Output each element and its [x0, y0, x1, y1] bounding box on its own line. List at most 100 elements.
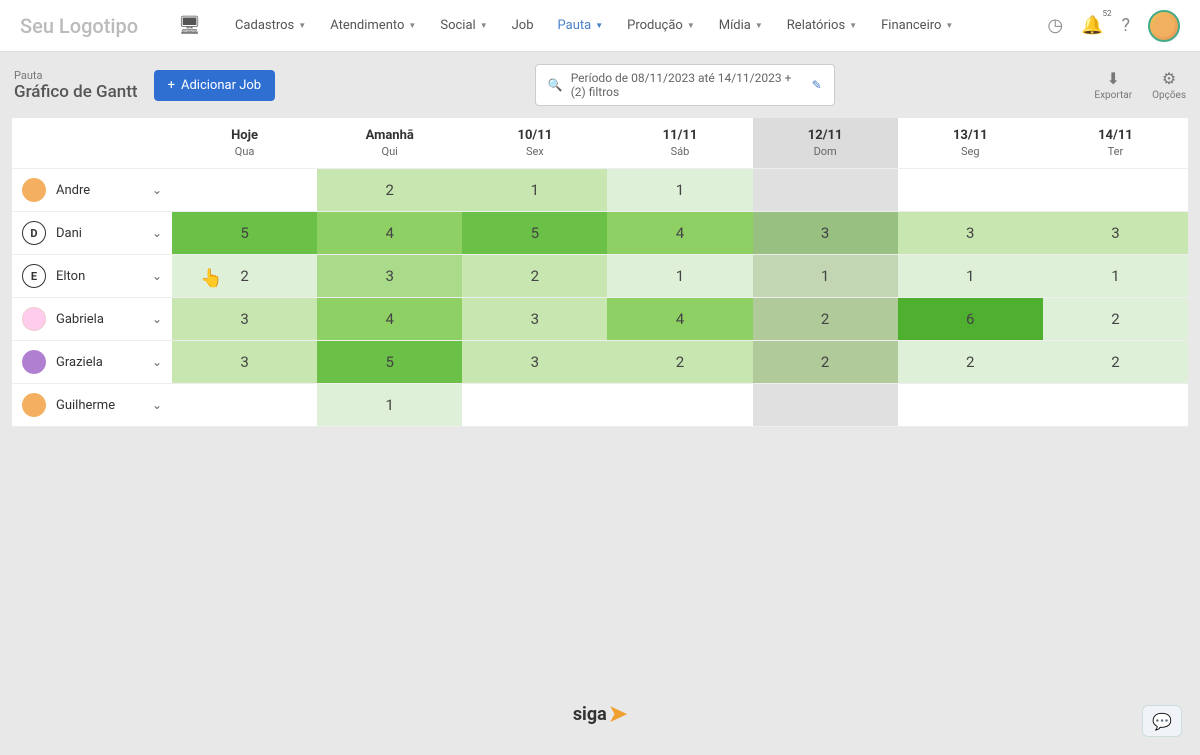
day-cell[interactable]: 3 [898, 212, 1043, 254]
day-cell[interactable]: 4 [607, 212, 752, 254]
person-name: Graziela [56, 355, 142, 370]
nav-label: Mídia [719, 18, 751, 33]
export-button[interactable]: ⬇ Exportar [1094, 69, 1132, 101]
options-button[interactable]: ⚙ Opções [1152, 69, 1186, 101]
nav-mídia[interactable]: Mídia▼ [709, 12, 773, 39]
day-sub: Sex [466, 145, 603, 158]
bell-icon[interactable]: 🔔52 [1081, 15, 1103, 36]
nav-label: Atendimento [330, 18, 404, 33]
day-cell[interactable] [172, 384, 317, 426]
chevron-down-icon[interactable]: ⌄ [152, 355, 162, 369]
day-cell[interactable] [462, 384, 607, 426]
day-cell[interactable]: 1 [607, 255, 752, 297]
day-cell[interactable] [172, 169, 317, 211]
day-cell[interactable]: 1 [607, 169, 752, 211]
day-cell[interactable]: 4 [317, 212, 462, 254]
day-cell[interactable]: 1 [753, 255, 898, 297]
nav-job[interactable]: Job [502, 12, 544, 39]
day-cell[interactable] [898, 384, 1043, 426]
chevron-down-icon[interactable]: ⌄ [152, 398, 162, 412]
person-avatar [22, 307, 46, 331]
nav-relatórios[interactable]: Relatórios ▼ [777, 12, 867, 39]
nav-produção[interactable]: Produção▼ [617, 12, 705, 39]
day-cell[interactable]: 2 [1043, 298, 1188, 340]
chevron-down-icon[interactable]: ⌄ [152, 269, 162, 283]
user-avatar[interactable] [1148, 10, 1180, 42]
person-cell[interactable]: EElton⌄ [12, 255, 172, 297]
day-cell[interactable] [1043, 384, 1188, 426]
chevron-down-icon[interactable]: ⌄ [152, 312, 162, 326]
chevron-down-icon[interactable]: ⌄ [152, 226, 162, 240]
help-icon[interactable]: ? [1121, 15, 1130, 36]
day-sub: Qua [176, 145, 313, 158]
download-icon: ⬇ [1107, 69, 1120, 88]
person-avatar: E [22, 264, 46, 288]
person-cell[interactable]: Gabriela⌄ [12, 298, 172, 340]
add-job-label: Adicionar Job [181, 78, 261, 93]
day-cell[interactable]: 5 [317, 341, 462, 383]
clock-icon[interactable]: ◷ [1047, 15, 1063, 36]
day-cell[interactable]: 5 [462, 212, 607, 254]
add-job-button[interactable]: + Adicionar Job [154, 70, 276, 101]
day-cell[interactable]: 4 [317, 298, 462, 340]
day-col: 11/11Sáb [607, 118, 752, 168]
day-cell[interactable]: 1 [317, 384, 462, 426]
chat-button[interactable]: 💬 [1142, 705, 1182, 737]
day-cell[interactable]: 3 [462, 298, 607, 340]
day-cell[interactable]: 1 [1043, 255, 1188, 297]
day-sub: Ter [1047, 145, 1184, 158]
person-name: Guilherme [56, 398, 142, 413]
day-cell[interactable]: 5 [172, 212, 317, 254]
day-cell[interactable]: 2 [462, 255, 607, 297]
day-cell[interactable]: 4 [607, 298, 752, 340]
plus-icon: + [168, 78, 175, 93]
main-nav: Cadastros▼Atendimento▼Social▼JobPauta▼Pr… [225, 12, 1047, 39]
day-cell[interactable]: 3 [172, 341, 317, 383]
edit-filter-icon[interactable]: ✎ [812, 78, 822, 92]
day-cell[interactable]: 2 [607, 341, 752, 383]
person-cell[interactable]: Guilherme ⌄ [12, 384, 172, 426]
filter-box[interactable]: 🔍 Período de 08/11/2023 até 14/11/2023 +… [535, 64, 835, 106]
day-cell[interactable]: 1 [898, 255, 1043, 297]
day-cell[interactable] [753, 169, 898, 211]
day-cell[interactable]: 3 [172, 298, 317, 340]
day-cell[interactable]: 2 [1043, 341, 1188, 383]
nav-financeiro[interactable]: Financeiro▼ [871, 12, 963, 39]
day-cell[interactable] [898, 169, 1043, 211]
day-cell[interactable]: 2 [753, 341, 898, 383]
export-label: Exportar [1094, 90, 1132, 101]
nav-atendimento[interactable]: Atendimento▼ [320, 12, 426, 39]
person-cell[interactable]: DDani⌄ [12, 212, 172, 254]
nav-label: Relatórios [787, 18, 845, 33]
day-cell[interactable]: 2 [172, 255, 317, 297]
arrow-icon: ➤ [609, 702, 627, 727]
person-name: Dani [56, 226, 142, 241]
day-cell[interactable] [753, 384, 898, 426]
nav-pauta[interactable]: Pauta▼ [548, 12, 614, 39]
day-cell[interactable]: 1 [462, 169, 607, 211]
top-icons: ◷ 🔔52 ? [1047, 10, 1180, 42]
day-cell[interactable]: 2 [317, 169, 462, 211]
day-cell[interactable]: 3 [1043, 212, 1188, 254]
day-cell[interactable]: 3 [462, 341, 607, 383]
day-cell[interactable]: 3 [317, 255, 462, 297]
chevron-down-icon: ▼ [849, 21, 857, 30]
person-cell[interactable]: Andre⌄ [12, 169, 172, 211]
monitor-icon[interactable]: 🖥 [178, 15, 201, 36]
day-cell[interactable] [607, 384, 752, 426]
chevron-down-icon: ▼ [298, 21, 306, 30]
day-label: 14/11 [1047, 128, 1184, 143]
nav-label: Cadastros [235, 18, 294, 33]
gantt-row: Graziela⌄3532222 [12, 341, 1188, 384]
chevron-down-icon: ▼ [945, 21, 953, 30]
day-cell[interactable]: 3 [753, 212, 898, 254]
day-cell[interactable]: 6 [898, 298, 1043, 340]
nav-social[interactable]: Social▼ [430, 12, 497, 39]
nav-cadastros[interactable]: Cadastros ▼ [225, 12, 316, 39]
day-cell[interactable]: 2 [753, 298, 898, 340]
filter-text: Período de 08/11/2023 até 14/11/2023 + (… [571, 71, 804, 99]
person-cell[interactable]: Graziela ⌄ [12, 341, 172, 383]
day-cell[interactable] [1043, 169, 1188, 211]
chevron-down-icon[interactable]: ⌄ [152, 183, 162, 197]
day-cell[interactable]: 2 [898, 341, 1043, 383]
